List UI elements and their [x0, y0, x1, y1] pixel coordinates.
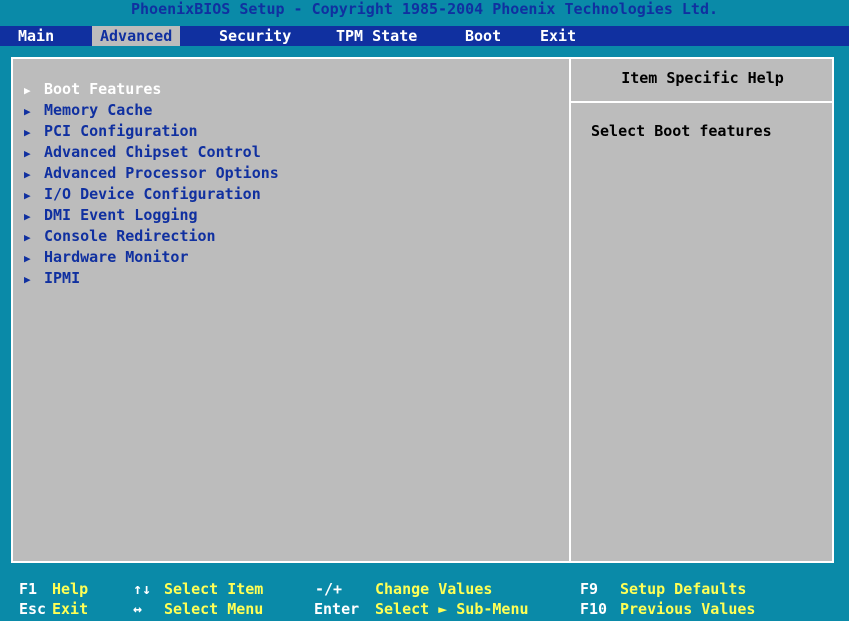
bios-title: PhoenixBIOS Setup - Copyright 1985-2004 … — [131, 0, 718, 18]
tab-boot[interactable]: Boot — [465, 26, 501, 46]
right-triangle-icon: ▶ — [24, 147, 31, 160]
key-minus-plus-desc: Change Values — [375, 580, 493, 598]
bios-panel: ▶ Boot Features ▶ Memory Cache ▶ PCI Config… — [11, 57, 834, 563]
key-f10: F10 — [580, 600, 608, 618]
menu-item-advanced-chipset-control[interactable]: ▶ Advanced Chipset Control — [24, 142, 279, 163]
menu-item-label: I/O Device Configuration — [44, 185, 261, 203]
menu-item-dmi-event-logging[interactable]: ▶ DMI Event Logging — [24, 205, 279, 226]
menu-item-label: PCI Configuration — [44, 122, 198, 140]
help-panel: Item Specific Help Select Boot features — [569, 59, 834, 561]
tab-exit[interactable]: Exit — [540, 26, 576, 46]
menu-item-label: DMI Event Logging — [44, 206, 198, 224]
key-f10-desc: Previous Values — [620, 600, 756, 618]
key-f9: F9 — [580, 580, 599, 598]
key-esc-desc: Exit — [52, 600, 89, 618]
key-f1: F1 — [19, 580, 38, 598]
menu-item-label: Hardware Monitor — [44, 248, 189, 266]
menu-item-hardware-monitor[interactable]: ▶ Hardware Monitor — [24, 247, 279, 268]
right-triangle-icon: ▶ — [24, 210, 31, 223]
right-triangle-icon: ▶ — [24, 231, 31, 244]
menu-item-label: Memory Cache — [44, 101, 153, 119]
key-legend: F1 Help ↑↓ Select Item -/+ Change Values… — [0, 574, 849, 621]
right-triangle-icon: ▶ — [24, 252, 31, 265]
menu-item-io-device-configuration[interactable]: ▶ I/O Device Configuration — [24, 184, 279, 205]
right-triangle-icon: ▶ — [24, 168, 31, 181]
key-enter: Enter — [314, 600, 360, 618]
key-enter-desc: Select ► Sub-Menu — [375, 600, 529, 618]
menu-item-label: Console Redirection — [44, 227, 216, 245]
right-triangle-icon: ▶ — [24, 84, 31, 97]
key-up-down-desc: Select Item — [164, 580, 264, 598]
key-left-right: ↔ — [133, 600, 143, 618]
menu-item-label: Advanced Chipset Control — [44, 143, 261, 161]
right-triangle-icon: ▶ — [24, 189, 31, 202]
menu-item-ipmi[interactable]: ▶ IPMI — [24, 268, 279, 289]
tab-main[interactable]: Main — [18, 26, 54, 46]
menu-item-memory-cache[interactable]: ▶ Memory Cache — [24, 100, 279, 121]
key-esc: Esc — [19, 600, 47, 618]
key-minus-plus: -/+ — [315, 580, 343, 598]
help-text: Select Boot features — [591, 122, 772, 140]
tab-security[interactable]: Security — [219, 26, 291, 46]
tab-advanced[interactable]: Advanced — [92, 26, 181, 46]
menu-item-advanced-processor-options[interactable]: ▶ Advanced Processor Options — [24, 163, 279, 184]
submenu-list-panel: ▶ Boot Features ▶ Memory Cache ▶ PCI Config… — [13, 59, 569, 561]
right-triangle-icon: ▶ — [24, 105, 31, 118]
key-up-down: ↑↓ — [133, 580, 152, 598]
menu-item-label: Advanced Processor Options — [44, 164, 279, 182]
menu-item-pci-configuration[interactable]: ▶ PCI Configuration — [24, 121, 279, 142]
key-f1-desc: Help — [52, 580, 89, 598]
menu-bar: Main Advanced Security TPM State Boot Ex… — [0, 26, 849, 46]
right-triangle-icon: ▶ — [24, 273, 31, 286]
help-header: Item Specific Help — [571, 59, 834, 103]
menu-item-boot-features[interactable]: ▶ Boot Features — [24, 79, 279, 100]
menu-item-console-redirection[interactable]: ▶ Console Redirection — [24, 226, 279, 247]
right-triangle-icon: ▶ — [24, 126, 31, 139]
menu-item-label: IPMI — [44, 269, 81, 287]
key-f9-desc: Setup Defaults — [620, 580, 747, 598]
menu-item-label: Boot Features — [44, 80, 162, 98]
submenu-list: ▶ Boot Features ▶ Memory Cache ▶ PCI Config… — [24, 79, 279, 289]
key-left-right-desc: Select Menu — [164, 600, 264, 618]
tab-tpm-state[interactable]: TPM State — [336, 26, 417, 46]
